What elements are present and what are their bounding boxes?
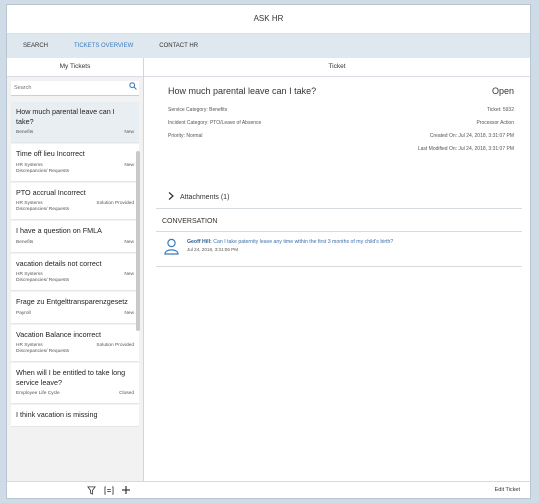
app-window: ASK HR SEARCH TICKETS OVERVIEW CONTACT H… [6,4,531,499]
ticket-status: Closed [119,391,134,396]
user-avatar-icon [164,238,179,255]
priority: Priority: Normal [168,133,203,139]
main-columns: My Tickets How much parental leave can I… [7,58,530,482]
ticket-title: How much parental leave can I take? [16,107,115,126]
ticket-status: Solution Provided [96,343,134,348]
ticket-title: I think vacation is missing [16,410,98,419]
ticket-status: New [124,162,134,168]
ticket-number: Ticket: 5932 [486,107,514,113]
list-item[interactable]: How much parental leave can I take? Bene… [11,102,139,143]
divider [156,208,522,209]
ticket-title: Time off lieu Incorrect [16,149,85,158]
divider [156,266,522,267]
edit-ticket-button[interactable]: Edit Ticket [495,487,520,493]
service-category: Service Category: Benefits [168,107,228,113]
ticket-status: New [124,130,134,135]
add-icon[interactable] [121,485,131,495]
attachments-label: Attachments (1) [180,193,230,201]
ticket-title: When will I be entitled to take long ser… [16,368,126,387]
list-item[interactable]: I think vacation is missing [11,405,139,427]
ticket-status: New [124,239,134,245]
list-item[interactable]: vacation details not correct HR Systems … [11,253,139,291]
ticket-status: New [124,272,134,277]
ticket-list: How much parental leave can I take? Bene… [7,96,143,482]
list-item[interactable]: I have a question on FMLA Benefits New [11,221,139,253]
ticket-detail-title: How much parental leave can I take? [168,86,317,96]
divider [156,231,522,232]
ticket-title: I have a question on FMLA [16,226,102,235]
app-title: ASK HR [7,5,530,34]
list-item[interactable]: Time off lieu Incorrect HR Systems Discr… [11,144,139,182]
search-input[interactable] [11,81,116,95]
tab-search[interactable]: SEARCH [23,43,48,49]
ticket-title: Frage zu Entgelttransparenzgesetz [16,297,128,306]
ticket-list-header: My Tickets [7,58,143,77]
tab-bar: SEARCH TICKETS OVERVIEW CONTACT HR [7,34,530,59]
ticket-category: HR Systems Discrepancies/ Requests [16,162,70,174]
conversation-header: CONVERSATION [162,218,218,225]
ticket-category: HR Systems Discrepancies/ Requests [16,343,70,354]
ticket-list-panel: My Tickets How much parental leave can I… [7,58,144,482]
message-date: Jul 24, 2018, 3:31:06 PM [187,247,239,252]
ticket-title: Vacation Balance incorrect [16,329,101,339]
ticket-category: HR Systems Discrepancies/ Requests [16,201,70,212]
list-item[interactable]: Frage zu Entgelttransparenzgesetz Payrol… [11,292,139,324]
ticket-category: Employee Life Cycle [16,391,60,396]
message-text: Can I take paternity leave any time with… [213,239,394,245]
incident-category: Incident Category: PTO/Leave of Absence [168,120,262,126]
ticket-detail-header: Ticket [144,58,530,77]
ticket-title: vacation details not correct [16,258,102,268]
tab-contact-hr[interactable]: CONTACT HR [159,43,198,49]
filter-icon[interactable] [87,485,96,495]
ticket-category: HR Systems Discrepancies/ Requests [16,272,70,283]
created-on: Created On: Jul 24, 2018, 3:31:07 PM [429,133,514,139]
conversation-message: Geoff Hill: Can I take paternity leave a… [164,238,393,255]
group-icon[interactable] [104,485,114,495]
footer-toolbar: Edit Ticket [7,481,530,498]
chevron-right-icon [168,192,174,202]
list-item[interactable]: When will I be entitled to take long ser… [11,363,139,404]
list-scrollbar[interactable] [136,151,140,331]
message-author: Geoff Hill: [187,239,212,245]
search-icon[interactable] [129,82,137,92]
ticket-status: Solution Provided [96,201,134,206]
ticket-status: New [124,310,134,316]
ticket-title: PTO accrual Incorrect [16,187,86,197]
list-item[interactable]: PTO accrual Incorrect HR Systems Discrep… [11,182,139,220]
tab-tickets-overview[interactable]: TICKETS OVERVIEW [74,43,133,49]
ticket-category: Payroll [16,310,31,316]
attachments-toggle[interactable]: Attachments (1) [168,192,229,202]
ticket-category: Benefits [16,130,34,135]
ticket-summary: How much parental leave can I take? Open… [168,86,514,156]
modified-on: Last Modified On: Jul 24, 2018, 3:31:07 … [417,146,514,152]
ticket-detail-status: Open [491,86,514,96]
ticket-detail-panel: Ticket How much parental leave can I tak… [144,58,530,482]
ticket-category: Benefits [16,239,34,245]
processor-action: Processor Action [476,120,514,126]
list-item[interactable]: Vacation Balance incorrect HR Systems Di… [11,324,139,362]
search-bar [11,81,139,96]
